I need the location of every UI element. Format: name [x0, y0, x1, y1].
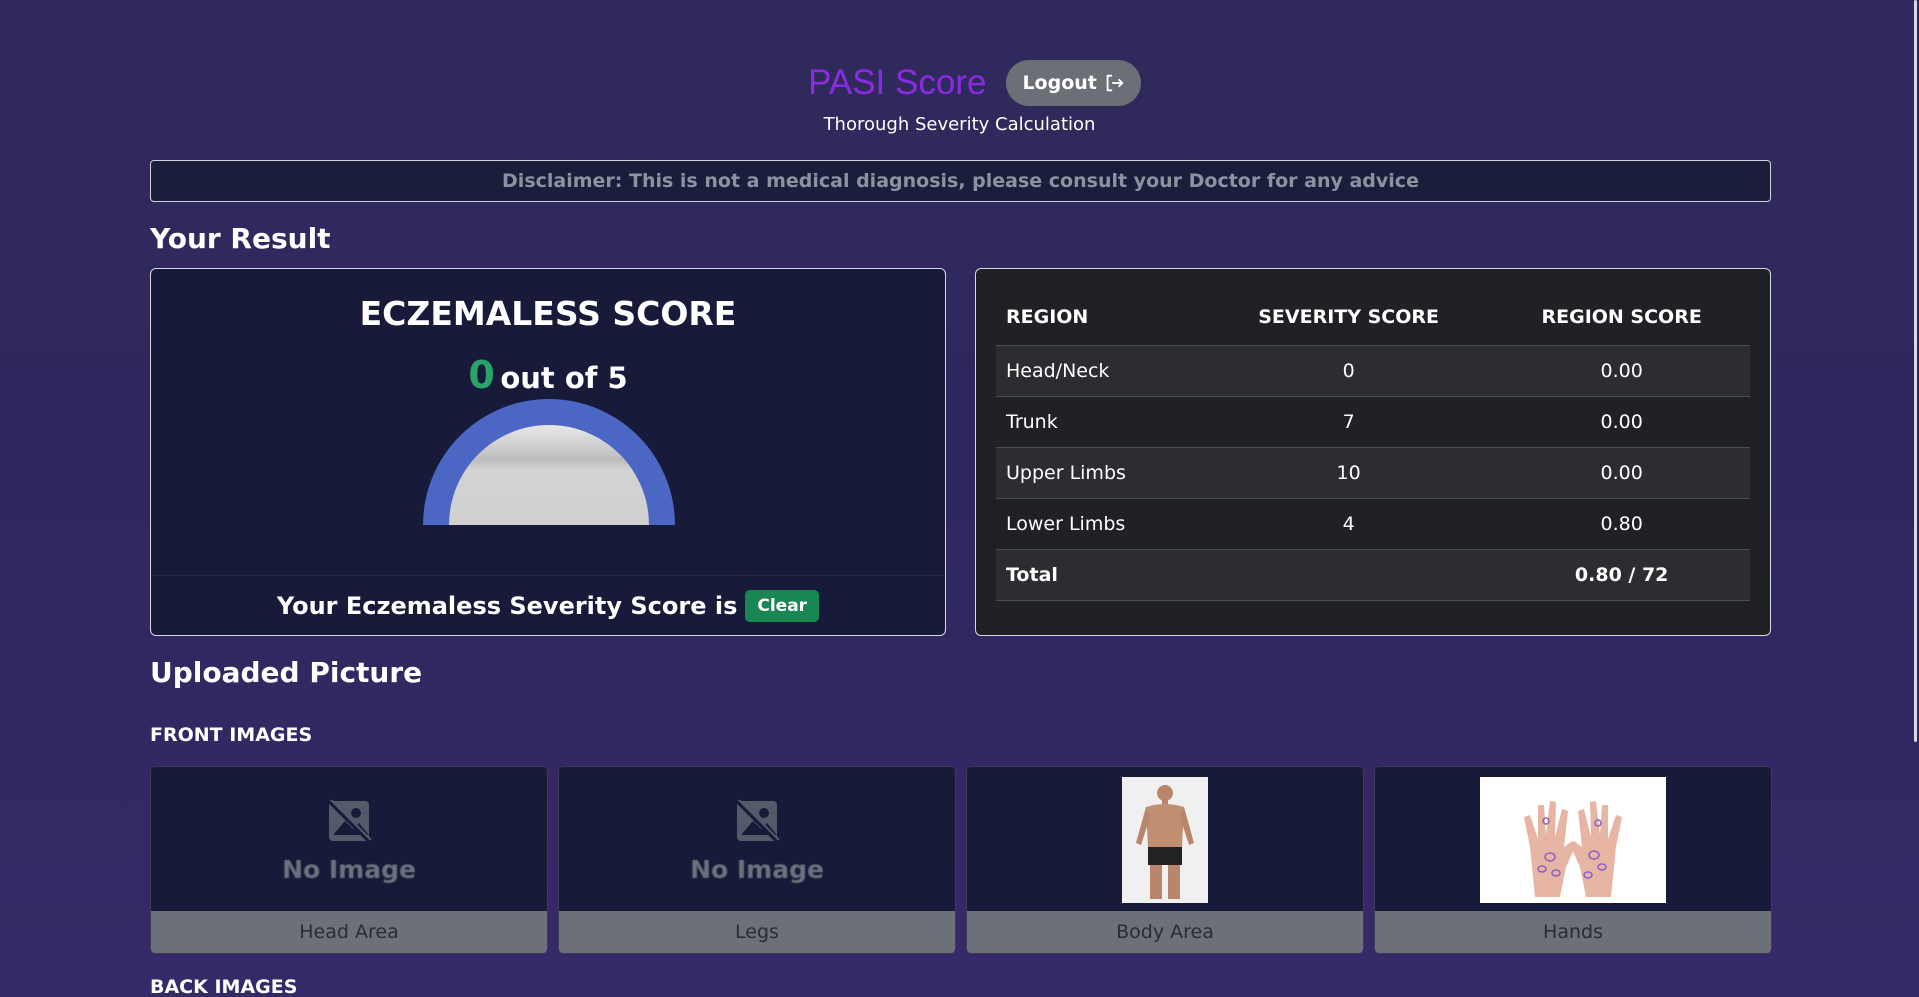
region-table: REGION SEVERITY SCORE REGION SCORE Head/… — [996, 289, 1750, 601]
region-table-card: REGION SEVERITY SCORE REGION SCORE Head/… — [975, 268, 1771, 636]
hands-photo — [1480, 777, 1666, 903]
cell-region: Upper Limbs — [996, 447, 1204, 499]
image-label: Body Area — [967, 911, 1363, 953]
image-area: No Image — [151, 767, 547, 913]
cell-score: 0.00 — [1493, 447, 1750, 499]
image-area — [967, 767, 1363, 913]
no-image-icon — [327, 798, 372, 842]
score-line: 0 out of 5 — [151, 353, 945, 397]
image-area — [1375, 767, 1771, 913]
cell-severity: 0 — [1203, 345, 1494, 397]
cell-region: Lower Limbs — [996, 498, 1204, 550]
page-title: PASI Score — [808, 63, 987, 102]
header: PASI Score Logout Thorough Severity Calc… — [0, 60, 1919, 135]
image-card-head[interactable]: No Image Head Area — [150, 766, 548, 954]
severity-badge: Clear — [745, 589, 820, 622]
cell-region: Head/Neck — [996, 345, 1204, 397]
front-images-heading: FRONT IMAGES — [150, 724, 313, 746]
body-photo — [1122, 777, 1208, 903]
score-footer-text: Your Eczemaless Severity Score is — [276, 591, 738, 620]
col-region-score: REGION SCORE — [1493, 289, 1750, 346]
image-card-body[interactable]: Body Area — [966, 766, 1364, 954]
col-region: REGION — [996, 289, 1204, 346]
no-image-text: No Image — [690, 854, 824, 884]
cell-severity: 10 — [1203, 447, 1494, 499]
page-subtitle: Thorough Severity Calculation — [823, 114, 1096, 135]
cell-score: 0.80 — [1493, 498, 1750, 550]
logout-icon — [1106, 74, 1124, 92]
uploaded-heading: Uploaded Picture — [150, 656, 423, 689]
table-row: Lower Limbs 4 0.80 — [996, 498, 1750, 550]
result-heading: Your Result — [150, 222, 331, 255]
score-title: ECZEMALESS SCORE — [359, 294, 737, 333]
score-outof: out of 5 — [500, 361, 628, 395]
cell-score: 0.00 — [1493, 345, 1750, 397]
no-image-text: No Image — [282, 854, 416, 884]
col-severity: SEVERITY SCORE — [1203, 289, 1494, 346]
score-value: 0 — [468, 353, 495, 397]
table-total-row: Total 0.80 / 72 — [996, 549, 1750, 601]
no-image-placeholder: No Image — [690, 797, 824, 884]
table-header-row: REGION SEVERITY SCORE REGION SCORE — [996, 289, 1750, 346]
image-card-legs[interactable]: No Image Legs — [558, 766, 956, 954]
logout-button[interactable]: Logout — [1006, 60, 1141, 106]
logout-label: Logout — [1022, 72, 1097, 94]
title-row: PASI Score Logout — [0, 60, 1919, 106]
image-label: Head Area — [151, 911, 547, 953]
cell-score: 0.00 — [1493, 396, 1750, 448]
table-row: Upper Limbs 10 0.00 — [996, 447, 1750, 499]
cell-severity: 4 — [1203, 498, 1494, 550]
cell-region: Trunk — [996, 396, 1204, 448]
score-gauge — [423, 399, 675, 525]
score-card: ECZEMALESS SCORE 0 out of 5 Your Eczemal… — [150, 268, 946, 636]
disclaimer-banner: Disclaimer: This is not a medical diagno… — [150, 160, 1771, 202]
image-label: Legs — [559, 911, 955, 953]
no-image-icon — [735, 798, 780, 842]
image-label: Hands — [1375, 911, 1771, 953]
scrollbar[interactable] — [1907, 0, 1919, 997]
image-card-hands[interactable]: Hands — [1374, 766, 1772, 954]
no-image-placeholder: No Image — [282, 797, 416, 884]
total-score: 0.80 / 72 — [1493, 549, 1750, 601]
score-footer: Your Eczemaless Severity Score is Clear — [151, 575, 945, 635]
table-row: Trunk 7 0.00 — [996, 396, 1750, 448]
total-severity — [1203, 549, 1494, 601]
cell-severity: 7 — [1203, 396, 1494, 448]
total-label: Total — [996, 549, 1204, 601]
image-area: No Image — [559, 767, 955, 913]
table-row: Head/Neck 0 0.00 — [996, 345, 1750, 397]
page: PASI Score Logout Thorough Severity Calc… — [0, 0, 1919, 997]
back-images-heading: BACK IMAGES — [150, 976, 298, 997]
